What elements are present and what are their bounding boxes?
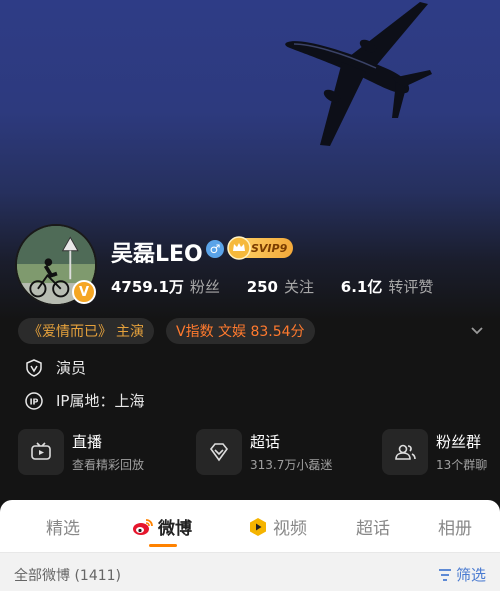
- following-count: 250: [246, 278, 278, 296]
- following-stat[interactable]: 250 关注: [247, 276, 314, 297]
- fan-group-feature[interactable]: 粉丝群 13个群聊: [382, 429, 487, 475]
- tab-supertopic-label: 超话: [356, 519, 390, 539]
- filter-button[interactable]: 筛选: [437, 564, 486, 585]
- followers-stat[interactable]: 4759.1万 粉丝: [111, 276, 220, 297]
- live-subtitle: 查看精彩回放: [72, 458, 145, 472]
- tab-video-label: 视频: [273, 519, 307, 539]
- tab-album[interactable]: 相册: [438, 514, 472, 539]
- live-feature[interactable]: 直播 查看精彩回放: [18, 429, 144, 475]
- tab-weibo-label: 微博: [158, 519, 192, 539]
- ip-location-icon: IP: [25, 391, 43, 410]
- tab-supertopic[interactable]: 超话: [356, 514, 390, 539]
- crown-icon: [227, 236, 251, 260]
- filter-icon: [439, 568, 451, 581]
- live-title: 直播: [72, 433, 103, 451]
- fan-group-icon-box: [382, 429, 428, 475]
- profile-tabs: 精选 微博 视频 超话 相册: [0, 500, 500, 552]
- works-tag[interactable]: 《爱情而已》 主演: [18, 318, 154, 344]
- filter-bar: 全部微博 (1411) 筛选: [0, 552, 500, 591]
- diamond-icon: [209, 443, 229, 462]
- tab-album-label: 相册: [438, 519, 472, 539]
- weibo-logo-icon: [133, 518, 153, 535]
- shield-v-icon: [26, 358, 42, 377]
- content-sheet: 精选 微博 视频 超话 相册 全部微博 (1411) 筛选: [0, 500, 500, 591]
- reposts-count: 6.1亿: [340, 278, 383, 296]
- profile-stats: 4759.1万 粉丝 250 关注 6.1亿 转评赞: [111, 276, 455, 297]
- verified-badge: V: [72, 280, 96, 304]
- supertopic-icon-box: [196, 429, 242, 475]
- tab-video[interactable]: 视频: [247, 514, 307, 539]
- active-tab-indicator: [149, 544, 177, 547]
- filter-label: 筛选: [456, 566, 487, 584]
- reposts-label: 转评赞: [388, 278, 434, 296]
- chevron-down-icon[interactable]: [469, 323, 485, 339]
- video-hexagon-icon: [250, 517, 266, 536]
- profile-name: 吴磊LEO: [111, 242, 203, 267]
- ip-text: IP属地：上海: [56, 392, 145, 410]
- group-people-icon: [395, 444, 416, 460]
- supertopic-feature[interactable]: 超话 313.7万小磊迷: [196, 429, 332, 475]
- tab-featured-label: 精选: [46, 519, 80, 539]
- works-title: 《爱情而已》: [28, 324, 112, 340]
- following-label: 关注: [284, 278, 315, 296]
- profile-screen: V 吴磊LEO ♂ SVIP9 4759.1万 粉丝 250 关注 6.1亿 转评赞 …: [0, 0, 500, 591]
- tab-featured[interactable]: 精选: [46, 514, 80, 539]
- followers-count: 4759.1万: [111, 278, 184, 296]
- all-weibo-count[interactable]: 全部微博 (1411): [14, 565, 121, 585]
- supertopic-title: 超话: [250, 433, 281, 451]
- vindex-tag[interactable]: V指数 文娱 83.54分: [166, 318, 315, 344]
- vindex-text: V指数 文娱 83.54分: [176, 324, 305, 340]
- male-gender-icon: ♂: [206, 240, 224, 258]
- fan-group-title: 粉丝群: [436, 433, 482, 451]
- live-icon-box: [18, 429, 64, 475]
- tab-weibo[interactable]: 微博: [132, 514, 192, 539]
- ip-row: IP IP属地：上海: [24, 390, 144, 411]
- followers-label: 粉丝: [189, 278, 220, 296]
- career-text: 演员: [56, 359, 87, 377]
- svg-text:IP: IP: [30, 397, 39, 406]
- airplane-image: [285, 2, 432, 146]
- reposts-stat[interactable]: 6.1亿 转评赞: [341, 276, 434, 297]
- career-row: 演员: [24, 357, 86, 378]
- supertopic-subtitle: 313.7万小磊迷: [250, 458, 333, 472]
- fan-group-subtitle: 13个群聊: [436, 458, 488, 472]
- works-role: 主演: [116, 324, 144, 340]
- tv-icon: [31, 442, 51, 460]
